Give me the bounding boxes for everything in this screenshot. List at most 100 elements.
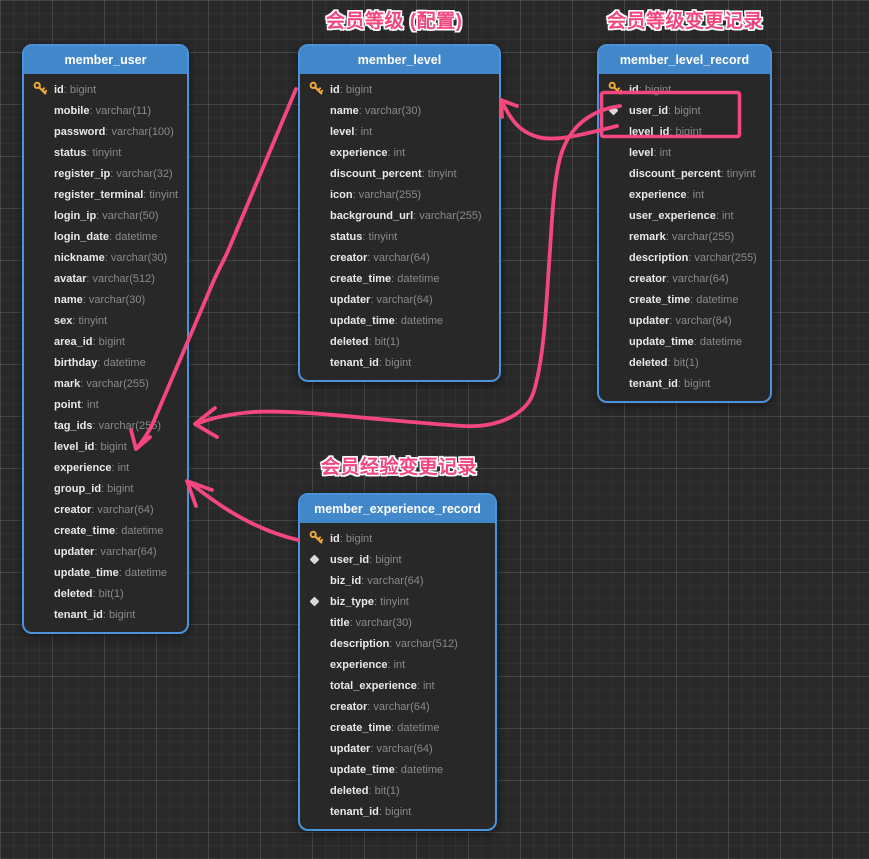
field-row-tenant_id: tenant_id: bigint — [300, 351, 499, 372]
field-name: create_time — [330, 722, 391, 734]
field-type: : varchar(64) — [91, 504, 153, 516]
field-type: : varchar(64) — [370, 743, 432, 755]
field-name: create_time — [330, 273, 391, 285]
field-name: tenant_id — [330, 357, 379, 369]
field-name: user_id — [330, 554, 369, 566]
table-header-member-user[interactable]: member_user — [24, 46, 187, 74]
field-row-sex: sex: tinyint — [24, 309, 187, 330]
field-name: deleted — [629, 357, 668, 369]
field-type: : varchar(255) — [666, 231, 734, 243]
field-name: group_id — [54, 483, 101, 495]
field-name: title — [330, 617, 350, 629]
field-name: level — [330, 126, 354, 138]
field-type: : varchar(255) — [80, 378, 148, 390]
table-fields-member-user: id: bigintmobile: varchar(11)password: v… — [24, 74, 187, 632]
field-type: : bigint — [668, 105, 700, 117]
field-name: avatar — [54, 273, 86, 285]
field-type: : varchar(255) — [353, 189, 421, 201]
field-row-experience: experience: int — [599, 183, 770, 204]
field-name: name — [54, 294, 83, 306]
annotation-member-level-record-title: 会员等级变更记录 — [607, 6, 763, 33]
field-row-user_id: user_id: bigint — [300, 548, 495, 569]
field-type: : int — [387, 659, 405, 671]
field-row-create_time: create_time: datetime — [300, 716, 495, 737]
field-name: icon — [330, 189, 353, 201]
field-row-update_time: update_time: datetime — [300, 758, 495, 779]
field-name: area_id — [54, 336, 93, 348]
field-row-title: title: varchar(30) — [300, 611, 495, 632]
field-name: birthday — [54, 357, 97, 369]
index-diamond-icon — [309, 548, 330, 569]
field-type: : varchar(64) — [94, 546, 156, 558]
field-row-point: point: int — [24, 393, 187, 414]
field-row-creator: creator: varchar(64) — [300, 246, 499, 267]
annotation-member-experience-record-title: 会员经验变更记录 — [321, 452, 477, 479]
field-name: login_date — [54, 231, 109, 243]
field-type: : int — [716, 210, 734, 222]
primary-key-icon — [33, 78, 54, 99]
field-row-status: status: tinyint — [300, 225, 499, 246]
field-type: : tinyint — [422, 168, 457, 180]
field-name: deleted — [330, 336, 369, 348]
table-member-level-record[interactable]: member_level_record id: bigintuser_id: b… — [597, 44, 772, 403]
field-row-remark: remark: varchar(255) — [599, 225, 770, 246]
field-name: experience — [330, 659, 387, 671]
field-type: : tinyint — [374, 596, 409, 608]
table-member-user[interactable]: member_user id: bigintmobile: varchar(11… — [22, 44, 189, 634]
field-type: : varchar(64) — [367, 252, 429, 264]
field-type: : varchar(512) — [389, 638, 457, 650]
field-type: : varchar(64) — [367, 701, 429, 713]
field-name: password — [54, 126, 105, 138]
table-header-member-level-record[interactable]: member_level_record — [599, 46, 770, 74]
field-type: : bigint — [639, 84, 671, 96]
field-row-biz_id: biz_id: varchar(64) — [300, 569, 495, 590]
primary-key-icon — [309, 527, 330, 548]
field-type: : varchar(32) — [110, 168, 172, 180]
field-type: : datetime — [391, 722, 439, 734]
field-type: : datetime — [115, 525, 163, 537]
field-row-level_id: level_id: bigint — [24, 435, 187, 456]
field-type: : int — [111, 462, 129, 474]
table-member-experience-record[interactable]: member_experience_record id: bigint user_… — [298, 493, 497, 831]
field-type: : datetime — [391, 273, 439, 285]
field-row-creator: creator: varchar(64) — [24, 498, 187, 519]
field-type: : varchar(255) — [413, 210, 481, 222]
field-type: : varchar(64) — [370, 294, 432, 306]
field-type: : bigint — [103, 609, 135, 621]
field-row-id: id: bigint — [599, 78, 770, 99]
field-row-experience: experience: int — [24, 456, 187, 477]
field-row-level_id: level_id: bigint — [599, 120, 770, 141]
field-name: id — [330, 533, 340, 545]
field-row-id: id: bigint — [24, 78, 187, 99]
field-name: create_time — [54, 525, 115, 537]
field-name: creator — [330, 701, 367, 713]
field-row-update_time: update_time: datetime — [599, 330, 770, 351]
field-row-password: password: varchar(100) — [24, 120, 187, 141]
table-header-member-level[interactable]: member_level — [300, 46, 499, 74]
field-name: tenant_id — [330, 806, 379, 818]
field-name: tenant_id — [629, 378, 678, 390]
arrowhead-to-member-level — [501, 100, 517, 117]
field-type: : datetime — [97, 357, 145, 369]
field-type: : varchar(100) — [105, 126, 173, 138]
field-name: description — [629, 252, 688, 264]
field-row-deleted: deleted: bit(1) — [599, 351, 770, 372]
field-row-tag_ids: tag_ids: varchar(255) — [24, 414, 187, 435]
field-type: : int — [354, 126, 372, 138]
field-row-birthday: birthday: datetime — [24, 351, 187, 372]
field-name: remark — [629, 231, 666, 243]
field-type: : varchar(64) — [666, 273, 728, 285]
table-member-level[interactable]: member_level id: bigintname: varchar(30)… — [298, 44, 501, 382]
field-type: : varchar(64) — [361, 575, 423, 587]
primary-key-icon — [309, 78, 330, 99]
field-name: creator — [629, 273, 666, 285]
field-row-login_date: login_date: datetime — [24, 225, 187, 246]
field-type: : varchar(512) — [86, 273, 154, 285]
table-header-member-experience-record[interactable]: member_experience_record — [300, 495, 495, 523]
field-type: : datetime — [395, 315, 443, 327]
field-row-status: status: tinyint — [24, 141, 187, 162]
field-row-description: description: varchar(512) — [300, 632, 495, 653]
field-type: : bigint — [340, 533, 372, 545]
field-type: : bigint — [379, 357, 411, 369]
field-name: update_time — [629, 336, 694, 348]
